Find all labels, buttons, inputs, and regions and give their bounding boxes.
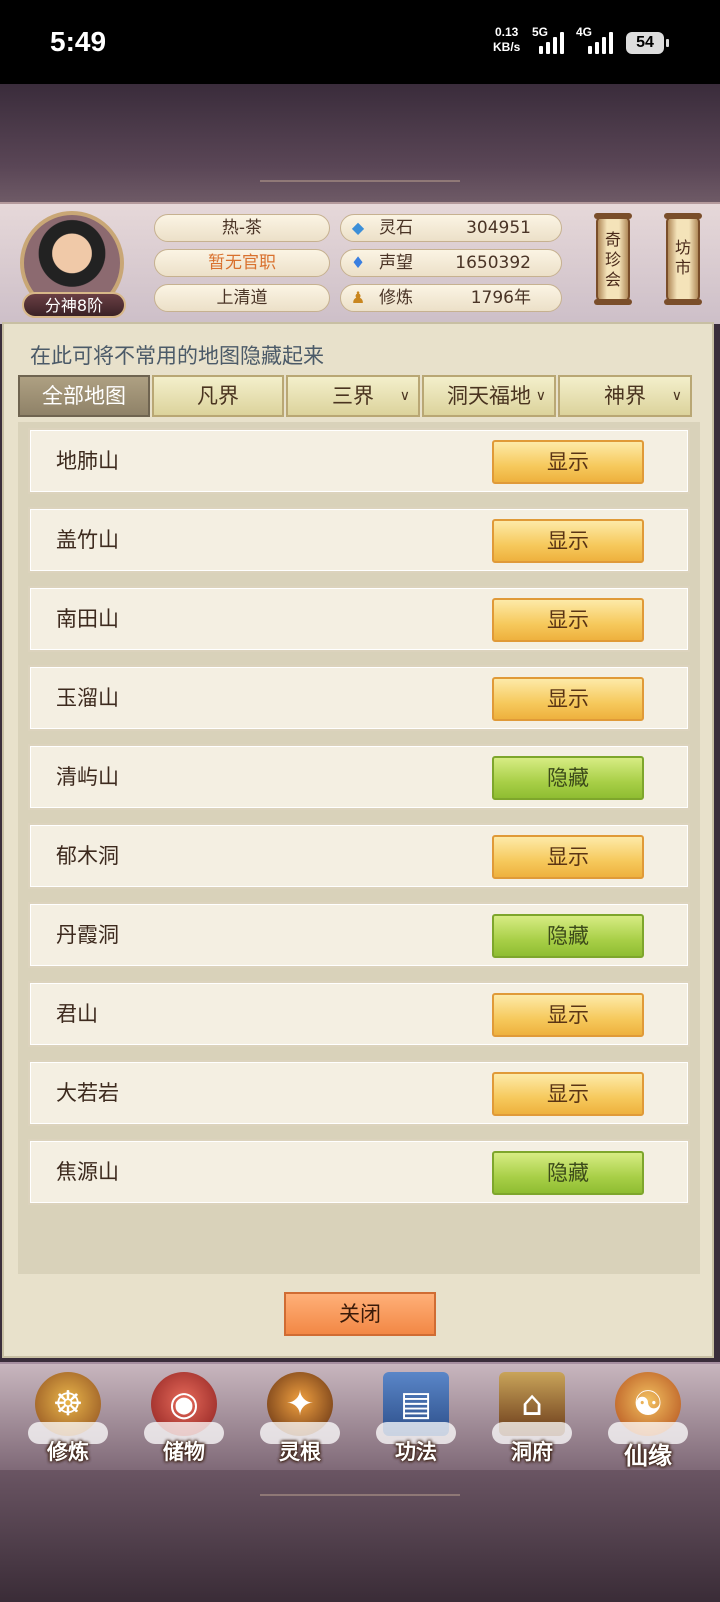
nav-cultivation[interactable]: ☸ 修炼 [22,1372,114,1468]
list-item: 玉溜山 显示 [28,665,690,731]
toggle-visibility-button[interactable]: 显示 [492,677,644,721]
list-item: 南田山 显示 [28,586,690,652]
background-scene-top [0,84,720,202]
sect-name: 上清道 [154,284,330,312]
chevron-down-icon: ∨ [399,388,410,404]
toggle-visibility-button[interactable]: 显示 [492,519,644,563]
meditation-icon: ♟ [350,288,366,307]
map-name: 地肺山 [56,449,119,473]
toggle-visibility-button[interactable]: 显示 [492,993,644,1037]
ornament-divider [260,180,460,192]
tab-all-maps[interactable]: 全部地图 [18,375,150,417]
stat-cultivation: ♟ 修炼 1796年 [340,284,562,312]
list-item: 盖竹山 显示 [28,507,690,573]
map-category-tabs: 全部地图 凡界 三界 ∨ 洞天福地 ∨ 神界 ∨ [18,375,700,417]
list-item: 地肺山 显示 [28,428,690,494]
realm-rank-badge: 分神8阶 [22,292,126,318]
prestige-flame-icon: ♦ [350,253,366,272]
list-item: 焦源山 隐藏 [28,1139,690,1205]
list-item: 大若岩 显示 [28,1060,690,1126]
stat-spirit-stone: ◆ 灵石 304951 [340,214,562,242]
map-name: 玉溜山 [56,686,119,710]
network-speed-unit: KB/s [493,40,521,54]
bottom-nav: ☸ 修炼 ◉ 储物 ✦ 灵根 ▤ 功法 ⌂ 洞府 ☯ 仙缘 [0,1362,720,1472]
map-name: 清屿山 [56,765,119,789]
market-button[interactable]: 坊市 [664,213,702,305]
map-name: 焦源山 [56,1160,119,1184]
panel-tip: 在此可将不常用的地图隐藏起来 [30,344,324,368]
player-name: 热-茶 [154,214,330,242]
nav-technique[interactable]: ▤ 功法 [370,1372,462,1468]
nav-spirit-root[interactable]: ✦ 灵根 [254,1372,346,1468]
network-speed-value: 0.13 [494,25,519,39]
ornament-divider [260,1494,460,1506]
network-speed: 0.13 KB/s [493,25,520,55]
list-item: 丹霞洞 隐藏 [28,902,690,968]
tab-mortal-realm[interactable]: 凡界 [152,375,284,417]
spirit-stone-icon: ◆ [351,218,365,237]
map-name: 郁木洞 [56,844,119,868]
map-name: 君山 [56,1002,98,1026]
nav-storage[interactable]: ◉ 储物 [138,1372,230,1468]
chevron-down-icon: ∨ [671,388,682,404]
map-name: 丹霞洞 [56,923,119,947]
chevron-down-icon: ∨ [535,388,546,404]
list-item: 君山 显示 [28,981,690,1047]
signal-4g-icon [588,30,613,54]
battery-icon: 54 [626,32,669,54]
map-list: 地肺山 显示 盖竹山 显示 南田山 显示 玉溜山 显示 清屿山 隐藏 郁木洞 显… [18,422,700,1274]
tab-divine-realm[interactable]: 神界 ∨ [558,375,692,417]
player-info-bar: 分神8阶 热-茶 暂无官职 上清道 ◆ 灵石 304951 ♦ 声望 16503… [0,202,720,324]
map-name: 南田山 [56,607,119,631]
background-scene-bottom [0,1470,720,1602]
tab-blessed-lands[interactable]: 洞天福地 ∨ [422,375,556,417]
close-button[interactable]: 关闭 [284,1292,436,1336]
toggle-visibility-button[interactable]: 显示 [492,1072,644,1116]
toggle-visibility-button[interactable]: 隐藏 [492,914,644,958]
map-name: 盖竹山 [56,528,119,552]
status-time: 5:49 [50,26,107,57]
official-post: 暂无官职 [154,249,330,277]
treasure-auction-button[interactable]: 奇珍会 [594,213,632,305]
status-bar: 5:49 0.13 KB/s 5G 4G 54 [0,0,720,84]
list-item: 郁木洞 显示 [28,823,690,889]
toggle-visibility-button[interactable]: 显示 [492,598,644,642]
tab-three-realms[interactable]: 三界 ∨ [286,375,420,417]
toggle-visibility-button[interactable]: 隐藏 [492,1151,644,1195]
map-name: 大若岩 [56,1081,119,1105]
stat-prestige: ♦ 声望 1650392 [340,249,562,277]
toggle-visibility-button[interactable]: 显示 [492,440,644,484]
signal-5g-icon [539,30,564,54]
nav-cave-dwelling[interactable]: ⌂ 洞府 [486,1372,578,1468]
list-item: 清屿山 隐藏 [28,744,690,810]
toggle-visibility-button[interactable]: 显示 [492,835,644,879]
nav-immortal-fate[interactable]: ☯ 仙缘 [602,1372,694,1470]
toggle-visibility-button[interactable]: 隐藏 [492,756,644,800]
